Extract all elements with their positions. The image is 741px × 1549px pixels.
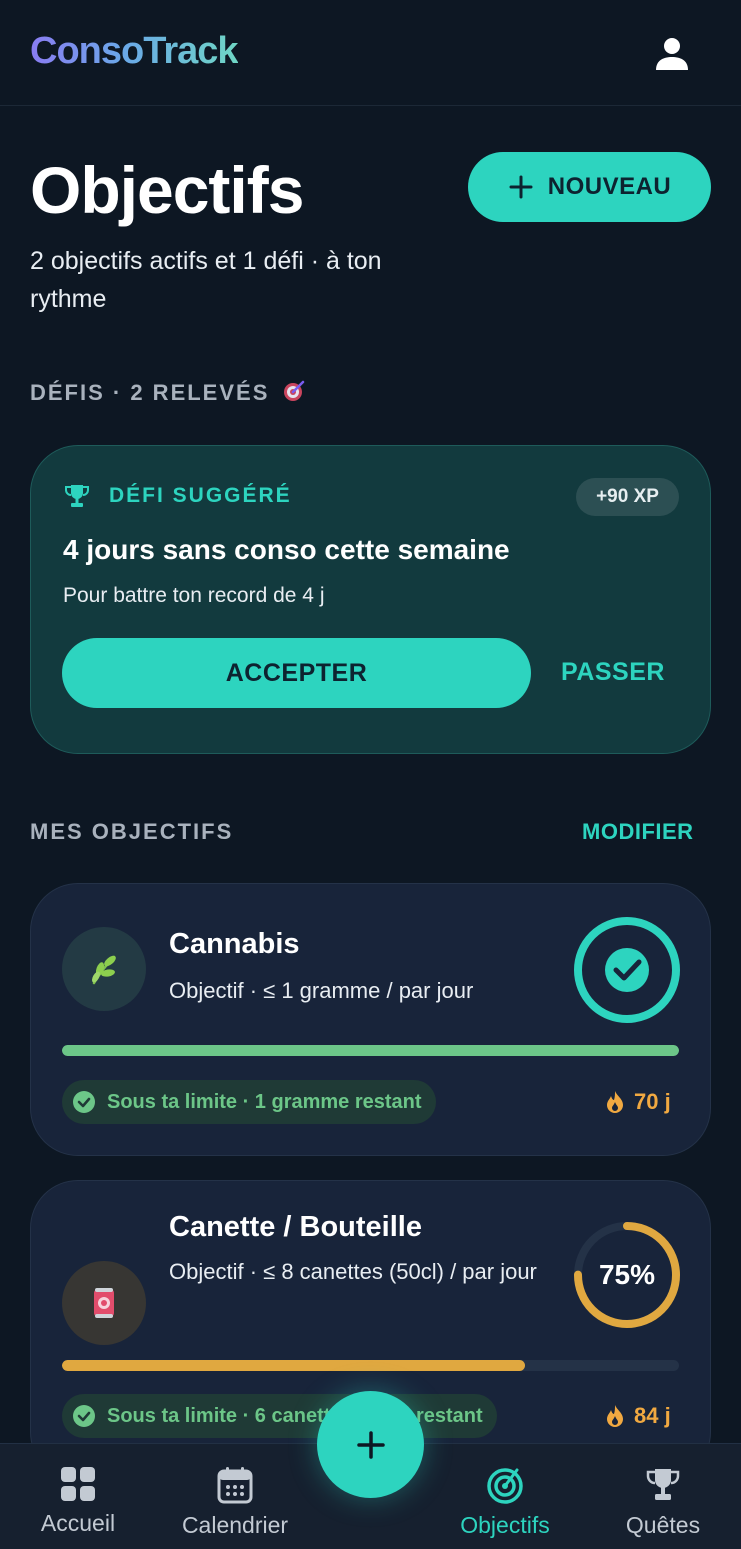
check-circle-icon [73,1091,95,1113]
trophy-icon [65,485,89,507]
target-icon [283,380,304,401]
nav-label: Objectifs [460,1512,550,1538]
plus-icon [509,175,533,199]
trophy-icon [646,1469,680,1500]
goal-icon [62,1261,146,1345]
app-header: ConsoTrack [0,0,741,106]
goal-progress-bar [62,1045,679,1056]
goal-name: Cannabis [169,928,300,960]
challenge-tag: DÉFI SUGGÉRÉ [109,484,292,507]
user-icon [656,38,688,70]
target-icon [487,1468,523,1504]
goals-section-label: MES OBJECTIFS [30,819,234,844]
goal-progress-ring [571,914,683,1026]
nav-item-objectifs[interactable]: Objectifs [440,1466,570,1539]
nav-label: Calendrier [181,1512,289,1538]
status-text: Sous ta limite · 6 canettes (50cl) resta… [107,1404,483,1427]
challenge-title: 4 jours sans conso cette semaine [63,534,510,565]
goal-target: Objectif · ≤ 1 gramme / par jour [169,978,474,1003]
new-goal-button[interactable]: NOUVEAU [468,152,711,222]
nav-item-accueil[interactable]: Accueil [30,1466,126,1537]
challenge-description: Pour battre ton record de 4 j [63,584,325,607]
add-entry-fab[interactable] [317,1391,424,1498]
goal-percent: 75% [598,1259,656,1290]
profile-button[interactable] [650,34,694,74]
page-title: Objectifs [30,153,304,227]
flame-icon [607,1091,623,1113]
status-chip: Sous ta limite · 6 canettes (50cl) resta… [62,1394,497,1438]
nav-item-calendrier[interactable]: Calendrier [175,1466,295,1539]
streak-count: 84 j [604,1403,671,1429]
goal-progress-ring: 75% [571,1219,683,1331]
new-goal-label: NOUVEAU [547,173,672,200]
check-icon-bg [605,948,649,992]
goal-target: Objectif · ≤ 8 canettes (50cl) / par jou… [169,1259,537,1284]
streak-text: 70 j [634,1089,671,1114]
suggested-challenge-card: DÉFI SUGGÉRÉ +90 XP 4 jours sans conso c… [30,445,711,754]
goal-progress-fill [62,1045,679,1056]
nav-label: Accueil [40,1510,116,1536]
page-subtitle: 2 objectifs actifs et 1 défi · à ton ryt… [30,247,382,313]
challenge-header: DÉFI SUGGÉRÉ [63,482,292,510]
calendar-icon [217,1467,253,1504]
goal-card-cannabis[interactable]: Cannabis Objectif · ≤ 1 gramme / par jou… [30,883,711,1156]
nav-item-quetes[interactable]: Quêtes [615,1466,711,1539]
flame-icon [607,1405,623,1427]
defis-section-text: DÉFIS · 2 RELEVÉS [30,380,270,405]
goal-name: Canette / Bouteille [169,1211,422,1243]
leaf-icon [92,955,116,985]
streak-count: 70 j [604,1089,671,1115]
progress-ring-graphic [574,917,680,1023]
xp-badge: +90 XP [576,478,679,516]
plus-icon [356,1430,385,1459]
status-chip: Sous ta limite · 1 gramme restant [62,1080,436,1124]
can-icon [94,1288,114,1318]
goal-progress-bar [62,1360,679,1371]
grid-icon [61,1467,95,1501]
defis-section-label: DÉFIS · 2 RELEVÉS [30,379,306,406]
accept-button[interactable]: ACCEPTER [62,638,531,708]
goal-icon [62,927,146,1011]
goal-progress-fill [62,1360,525,1371]
streak-text: 84 j [634,1403,671,1428]
app-logo[interactable]: ConsoTrack [30,30,239,73]
edit-goals-button[interactable]: MODIFIER [582,819,694,845]
nav-label: Quêtes [625,1512,701,1538]
status-text: Sous ta limite · 1 gramme restant [107,1090,422,1113]
skip-button[interactable]: PASSER [561,658,665,687]
check-circle-icon [73,1405,95,1427]
